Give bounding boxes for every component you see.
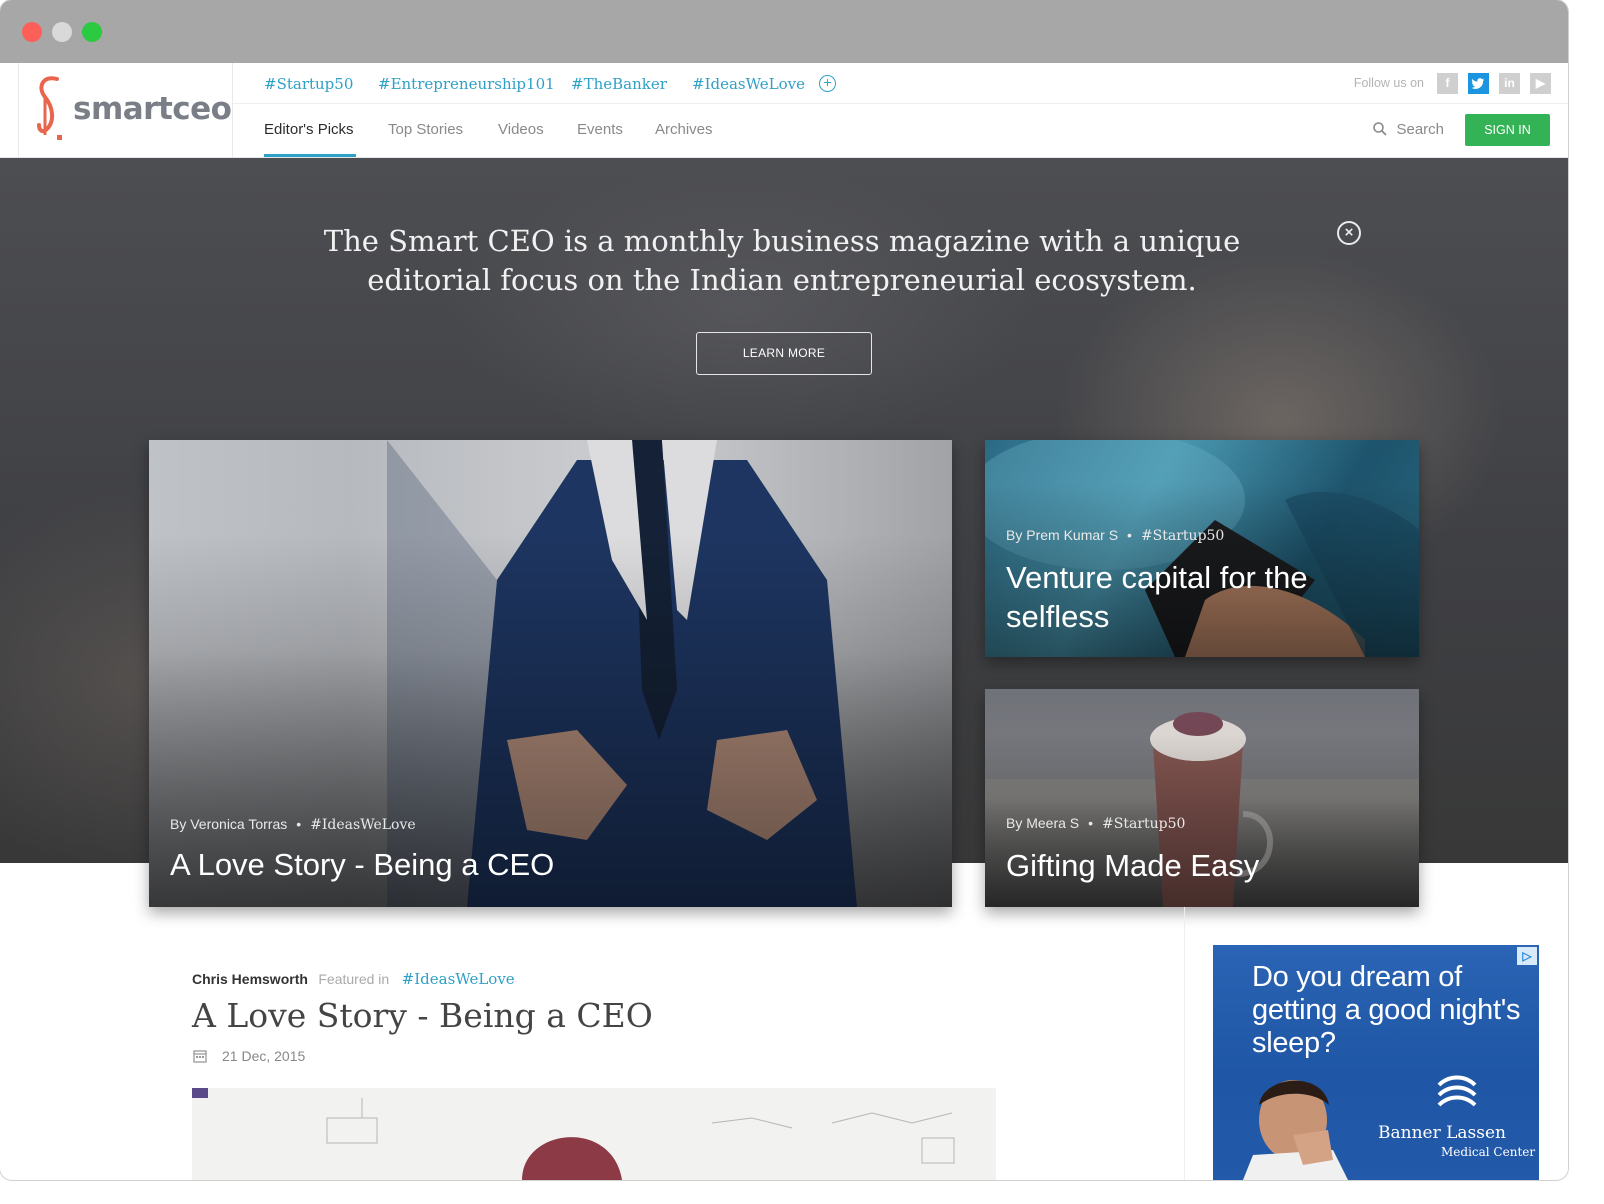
tag-bar: #Startup50 #Entrepreneurship101 #TheBank…	[233, 63, 1568, 104]
twitter-icon[interactable]	[1468, 73, 1489, 94]
tag-thebanker[interactable]: #TheBanker	[571, 75, 667, 93]
window-titlebar	[0, 0, 1568, 63]
learn-more-button[interactable]: LEARN MORE	[696, 332, 872, 375]
ad-choices-icon[interactable]: ▷	[1517, 947, 1537, 965]
advertisement[interactable]: Do you dream of getting a good night's s…	[1213, 945, 1539, 1180]
article-date: 21 Dec, 2015	[222, 1048, 306, 1064]
nav-editors-picks[interactable]: Editor's Picks	[264, 121, 354, 138]
card-tag[interactable]: #Startup50	[1141, 528, 1224, 544]
search-button[interactable]: Search	[1373, 121, 1444, 138]
logo-mark-icon	[37, 76, 62, 140]
nav-archives[interactable]: Archives	[655, 121, 713, 138]
ad-person-image	[1243, 1080, 1348, 1180]
card-tag[interactable]: #Startup50	[1102, 816, 1185, 832]
calendar-icon	[193, 1050, 207, 1063]
hero-text: The Smart CEO is a monthly business maga…	[323, 224, 1241, 297]
article-title[interactable]: A Love Story - Being a CEO	[192, 996, 653, 1035]
card-meta: By Veronica Torras • #IdeasWeLove	[170, 816, 416, 833]
article-image[interactable]	[192, 1088, 996, 1180]
featured-card-main[interactable]: By Veronica Torras • #IdeasWeLove A Love S…	[149, 440, 952, 907]
search-icon	[1373, 122, 1388, 136]
tag-entrepreneurship101[interactable]: #Entrepreneurship101	[378, 75, 555, 93]
card-title[interactable]: A Love Story - Being a CEO	[170, 845, 554, 884]
featured-card-venture[interactable]: By Prem Kumar S • #Startup50 Venture capit…	[985, 440, 1419, 657]
card-author: By Veronica Torras	[170, 816, 288, 832]
card-title[interactable]: Venture capital for the selfless	[1006, 558, 1386, 636]
facebook-icon[interactable]: f	[1437, 73, 1458, 94]
close-window-button[interactable]	[22, 22, 42, 42]
ad-brand: Banner Lassen	[1378, 1123, 1506, 1143]
tag-ideaswelove[interactable]: #IdeasWeLove	[692, 75, 805, 93]
add-tag-icon[interactable]: +	[819, 75, 836, 92]
linkedin-icon[interactable]: in	[1499, 73, 1520, 94]
minimize-window-button[interactable]	[52, 22, 72, 42]
article-tag[interactable]: #IdeasWeLove	[402, 970, 515, 988]
active-nav-indicator	[264, 154, 356, 157]
article-meta: Chris Hemsworth Featured in #IdeasWeLove	[192, 970, 515, 989]
card-author: By Meera S	[1006, 815, 1080, 831]
sidebar-divider	[1184, 907, 1185, 1180]
youtube-icon[interactable]: ▶	[1530, 73, 1551, 94]
follow-label: Follow us on	[1353, 76, 1424, 90]
maximize-window-button[interactable]	[82, 22, 102, 42]
browser-window: smartceo #Startup50 #Entrepreneurship101…	[0, 0, 1568, 1180]
sign-in-button[interactable]: SIGN IN	[1465, 114, 1550, 146]
search-label: Search	[1396, 121, 1444, 138]
card-meta: By Prem Kumar S • #Startup50	[1006, 527, 1225, 544]
ad-brand-sub: Medical Center	[1441, 1145, 1536, 1159]
featured-label: Featured in	[318, 971, 390, 987]
nav-events[interactable]: Events	[577, 121, 623, 138]
close-banner-icon[interactable]: ×	[1337, 221, 1361, 245]
card-title[interactable]: Gifting Made Easy	[1006, 846, 1259, 885]
logo[interactable]: smartceo	[18, 63, 233, 158]
card-tag[interactable]: #IdeasWeLove	[310, 817, 416, 833]
card-author: By Prem Kumar S	[1006, 527, 1119, 543]
article-author[interactable]: Chris Hemsworth	[192, 971, 308, 987]
main-nav: Editor's Picks Top Stories Videos Events…	[233, 104, 1568, 158]
featured-card-gifting[interactable]: By Meera S • #Startup50 Gifting Made Easy	[985, 689, 1419, 907]
banner-logo-icon	[1437, 1075, 1477, 1107]
site-header: smartceo #Startup50 #Entrepreneurship101…	[0, 63, 1568, 158]
card-meta: By Meera S • #Startup50	[1006, 815, 1186, 832]
nav-top-stories[interactable]: Top Stories	[388, 121, 463, 138]
ad-headline: Do you dream of getting a good night's s…	[1252, 961, 1521, 1059]
tag-startup50[interactable]: #Startup50	[264, 75, 353, 93]
nav-videos[interactable]: Videos	[498, 121, 544, 138]
logo-text: smartceo	[73, 91, 232, 127]
